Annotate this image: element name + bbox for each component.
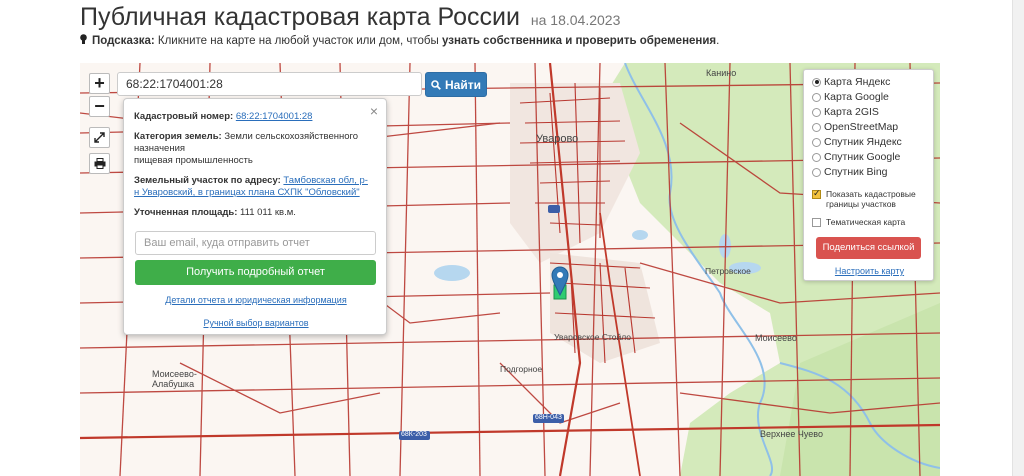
map-label-moiseevo: Моисеево	[755, 333, 797, 343]
radio-icon[interactable]	[812, 122, 821, 132]
share-link-button[interactable]: Поделиться ссылкой	[816, 237, 921, 259]
layer-option-osm[interactable]: OpenStreetMap	[812, 120, 898, 134]
fullscreen-icon	[94, 132, 105, 143]
cadastral-search-input[interactable]	[117, 72, 422, 96]
hint-label: Подсказка:	[92, 35, 155, 47]
map-label-uvarovo: Уварово	[536, 133, 579, 145]
map-label-moiseevo-alabushka: Моисеево-Алабушка	[152, 369, 197, 389]
hint-line: Подсказка: Кликните на карте на любой уч…	[80, 34, 719, 47]
cadastral-number-label: Кадастровый номер:	[134, 111, 234, 122]
road-label-68k: 68К-203	[401, 431, 427, 438]
layer-option-bing-satellite[interactable]: Спутник Bing	[812, 165, 888, 179]
hint-bold: узнать собственника и проверить обремене…	[441, 35, 717, 47]
radio-icon[interactable]	[812, 77, 821, 87]
address-label: Земельный участок по адресу:	[134, 175, 281, 186]
map-label-podgornoe: Подгорное	[500, 364, 543, 374]
map-label-kanino: Канино	[706, 68, 737, 78]
close-icon[interactable]: ×	[370, 103, 378, 119]
email-input[interactable]: Ваш email, куда отправить отчет	[135, 231, 376, 255]
show-cadastral-borders-toggle[interactable]: Показать кадастровые границы участков	[812, 188, 927, 209]
checkbox-icon[interactable]	[812, 188, 821, 199]
land-category-label: Категория земель:	[134, 131, 222, 142]
map-layers-panel: Карта Яндекс Карта Google Карта 2GIS Ope…	[803, 69, 934, 281]
cadastral-number-link[interactable]: 68:22:1704001:28	[236, 111, 313, 122]
land-use-value: пищевая промышленность	[134, 155, 253, 166]
layer-option-2gis-map[interactable]: Карта 2GIS	[812, 105, 879, 119]
area-row: Уточненная площадь: 111 011 кв.м.	[134, 207, 370, 219]
get-report-button[interactable]: Получить подробный отчет	[135, 260, 376, 285]
page-title: Публичная кадастровая карта России на 18…	[80, 3, 620, 32]
area-value: 111 011 кв.м.	[240, 207, 296, 218]
page-date: на 18.04.2023	[530, 12, 621, 28]
layer-option-google-map[interactable]: Карта Google	[812, 90, 889, 104]
page-title-text: Публичная кадастровая карта России	[80, 3, 520, 31]
radio-icon[interactable]	[812, 152, 821, 162]
area-label: Уточненная площадь:	[134, 207, 238, 218]
layer-option-google-satellite[interactable]: Спутник Google	[812, 150, 900, 164]
thematic-map-toggle[interactable]: Тематическая карта	[812, 217, 905, 227]
radio-icon[interactable]	[812, 107, 821, 117]
address-row: Земельный участок по адресу: Тамбовская …	[134, 175, 370, 199]
map-label-petrovskoe: Петровское	[705, 266, 751, 276]
zoom-in-button[interactable]: +	[89, 73, 110, 94]
print-button[interactable]	[89, 153, 110, 174]
radio-icon[interactable]	[812, 92, 821, 102]
radio-icon[interactable]	[812, 167, 821, 177]
search-button-label: Найти	[445, 77, 481, 92]
radio-icon[interactable]	[812, 137, 821, 147]
layer-option-yandex-satellite[interactable]: Спутник Яндекс	[812, 135, 902, 149]
checkbox-icon[interactable]	[812, 218, 821, 227]
layer-option-yandex-map[interactable]: Карта Яндекс	[812, 75, 890, 89]
configure-map-link[interactable]: Настроить карту	[804, 266, 935, 276]
search-button[interactable]: Найти	[425, 72, 487, 97]
map-label-verkhnee-chuevo: Верхнее Чуево	[760, 429, 823, 439]
fullscreen-button[interactable]	[89, 127, 110, 148]
map-label-uvarov-stoilo: Уваровское Стойло	[554, 332, 632, 342]
road-label-68n043: 68Н-043	[535, 414, 562, 421]
search-icon	[431, 79, 441, 90]
hint-end: .	[716, 35, 720, 47]
parcel-info-popup: × Кадастровый номер: 68:22:1704001:28 Ка…	[123, 98, 387, 335]
cadastral-number-row: Кадастровый номер: 68:22:1704001:28	[134, 111, 370, 123]
zoom-out-button[interactable]: −	[89, 96, 110, 117]
report-details-link[interactable]: Детали отчета и юридическая информация	[124, 295, 388, 305]
lightbulb-icon	[80, 34, 87, 44]
manual-select-link[interactable]: Ручной выбор вариантов	[124, 318, 388, 328]
printer-icon	[94, 158, 105, 169]
page-scrollbar[interactable]	[1012, 0, 1024, 476]
land-category-row: Категория земель: Земли сельскохозяйстве…	[134, 131, 370, 167]
hint-text: Кликните на карте на любой участок или д…	[154, 35, 442, 47]
